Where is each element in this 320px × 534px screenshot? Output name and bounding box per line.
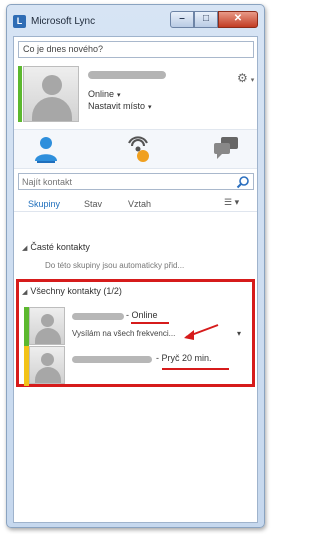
group-all-contacts[interactable]: ◢ Všechny kontakty (1/2): [22, 286, 122, 296]
my-status-label: Online: [88, 89, 115, 99]
group-empty-text: Do této skupiny jsou automaticky přid...: [45, 261, 185, 270]
window-title: Microsoft Lync: [31, 16, 96, 27]
activity-feed-icon[interactable]: [120, 135, 156, 165]
my-presence-indicator: [18, 66, 22, 122]
contact-search-box: [18, 173, 254, 190]
close-button[interactable]: ✕: [218, 11, 258, 28]
contact-status: - Online: [126, 310, 158, 320]
collapse-triangle-icon: ◢: [22, 245, 28, 252]
lync-app-icon: L: [13, 15, 26, 28]
contact-name-redacted: [72, 356, 152, 363]
contact-name-redacted: [72, 313, 124, 320]
contacts-icon[interactable]: [28, 135, 64, 165]
my-location-label: Nastavit místo: [88, 101, 146, 111]
my-name-redacted: [88, 71, 166, 79]
group-frequent-contacts[interactable]: ◢ Časté kontakty: [22, 242, 90, 252]
my-avatar[interactable]: [23, 66, 79, 122]
tab-groups[interactable]: Skupiny: [28, 199, 60, 209]
contact-avatar: [29, 307, 65, 345]
maximize-button[interactable]: □: [194, 11, 218, 28]
collapse-triangle-icon: ◢: [22, 289, 28, 296]
status-underline: [162, 368, 229, 370]
group-name: Všechny kontakty (1/2): [30, 286, 122, 296]
title-bar: L Microsoft Lync – □ ✕: [7, 5, 264, 35]
group-name: Časté kontakty: [30, 242, 90, 252]
contact-status: - Pryč 20 min.: [156, 353, 212, 363]
main-view-tabs: [14, 129, 257, 169]
search-icon[interactable]: [236, 175, 250, 189]
window-controls: – □ ✕: [170, 11, 258, 28]
my-contact-card: ⚙ ▾ Online ▾ Nastavit místo ▾: [14, 61, 257, 127]
personal-note-field[interactable]: Co je dnes nového?: [18, 41, 254, 58]
my-location-dropdown[interactable]: Nastavit místo ▾: [88, 101, 152, 111]
red-arrow-annotation: [184, 324, 219, 340]
minimize-button[interactable]: –: [170, 11, 194, 28]
display-options-icon[interactable]: ☰ ▾: [224, 197, 239, 208]
status-underline: [131, 322, 169, 324]
contact-view-tabs: Skupiny Stav Vztah ☰ ▾: [14, 194, 257, 212]
search-input[interactable]: [22, 176, 227, 188]
contact-note: Vysílám na všech frekvenci...: [72, 329, 176, 338]
contact-avatar: [29, 346, 65, 384]
client-area: Co je dnes nového? ⚙ ▾ Online ▾ Nastavit m…: [13, 36, 258, 523]
contact-item[interactable]: - Pryč 20 min.: [14, 346, 247, 386]
my-status-dropdown[interactable]: Online ▾: [88, 89, 121, 99]
lync-window: L Microsoft Lync – □ ✕ Co je dnes nového…: [6, 4, 265, 528]
tab-status[interactable]: Stav: [84, 199, 102, 209]
conversations-icon[interactable]: [208, 135, 244, 165]
contact-menu-caret-icon[interactable]: ▾: [237, 329, 241, 338]
gear-icon[interactable]: ⚙ ▾: [237, 71, 254, 85]
tab-relationship[interactable]: Vztah: [128, 199, 151, 209]
